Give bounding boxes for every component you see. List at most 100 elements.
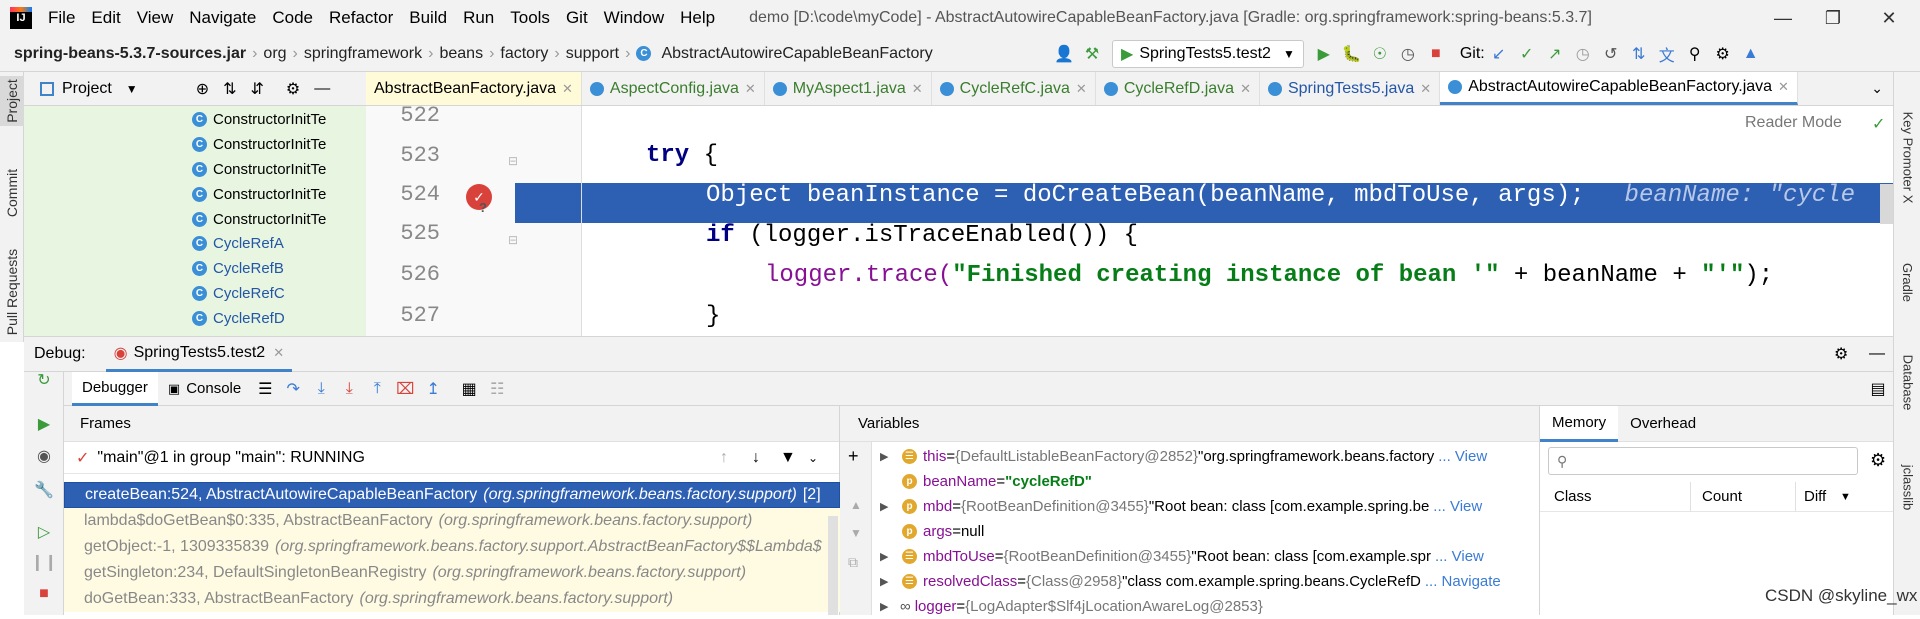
- expand-arrow-icon[interactable]: ▶: [880, 500, 896, 513]
- view-link[interactable]: ... View: [1438, 448, 1487, 465]
- settings-gear-icon[interactable]: ⚙: [1709, 40, 1737, 68]
- tab-memory[interactable]: Memory: [1540, 405, 1619, 442]
- run-to-cursor-icon[interactable]: ↥: [419, 375, 447, 403]
- tool-tab-commit[interactable]: Commit: [0, 158, 24, 228]
- restore-icon[interactable]: ❐: [1810, 0, 1856, 36]
- expand-arrow-icon[interactable]: ▶: [880, 550, 896, 563]
- menu-view[interactable]: View: [129, 0, 182, 36]
- variable-row-logger[interactable]: ▶ ∞ logger = {LogAdapter$Slf4jLocationAwar…: [880, 594, 1536, 619]
- view-breakpoints-icon[interactable]: ◉: [32, 444, 56, 468]
- variable-row-beanname[interactable]: p beanName = "cycleRefD": [880, 469, 1536, 494]
- history-icon[interactable]: ◷: [1569, 40, 1597, 68]
- drop-frame-icon[interactable]: ⌧: [391, 375, 419, 403]
- column-diff[interactable]: Diff: [1804, 488, 1826, 505]
- variable-row-args[interactable]: p args = null: [880, 519, 1536, 544]
- build-hammer-icon[interactable]: ⚒: [1078, 40, 1106, 68]
- tool-tab-jclasslib[interactable]: jclasslib: [1894, 442, 1920, 532]
- breadcrumb-org[interactable]: org: [259, 45, 290, 63]
- breadcrumb-root[interactable]: spring-beans-5.3.7-sources.jar: [10, 45, 250, 63]
- fold-icon[interactable]: ⊟: [508, 154, 518, 168]
- menu-edit[interactable]: Edit: [83, 0, 128, 36]
- reader-mode-button[interactable]: Reader Mode: [1745, 114, 1842, 132]
- breadcrumb-springframework[interactable]: springframework: [300, 45, 426, 63]
- menu-code[interactable]: Code: [264, 0, 321, 36]
- close-icon[interactable]: ✕: [1866, 0, 1912, 36]
- debug-icon[interactable]: 🐛: [1338, 40, 1366, 68]
- vcs-operations-icon[interactable]: ⇅: [1625, 40, 1653, 68]
- profile-icon[interactable]: ◷: [1394, 40, 1422, 68]
- add-watch-icon[interactable]: +: [848, 446, 859, 467]
- trace-stream-icon[interactable]: ☷: [483, 375, 511, 403]
- close-icon[interactable]: ✕: [1240, 81, 1251, 97]
- filter-icon[interactable]: ▼: [780, 449, 796, 467]
- run-icon[interactable]: ▶: [1310, 40, 1338, 68]
- tree-item-cyclerefb[interactable]: C CycleRefB: [192, 256, 367, 281]
- arrow-down-icon[interactable]: ▼: [850, 526, 862, 540]
- close-icon[interactable]: ✕: [562, 81, 573, 97]
- menu-help[interactable]: Help: [672, 0, 723, 36]
- step-over-icon[interactable]: ↷: [279, 375, 307, 403]
- force-step-into-icon[interactable]: ⤓: [335, 375, 363, 403]
- tree-item-constructorinittest-2[interactable]: C ConstructorInitTe: [192, 132, 367, 157]
- editor-scrollbar[interactable]: [1880, 184, 1893, 224]
- settings-gear-icon[interactable]: ⚙: [1870, 450, 1886, 471]
- expand-arrow-icon[interactable]: ▶: [880, 450, 896, 463]
- tool-tab-gradle[interactable]: Gradle: [1894, 242, 1920, 322]
- hide-icon[interactable]: —: [314, 80, 330, 98]
- locate-icon[interactable]: ⊕: [196, 79, 209, 99]
- debug-session-tab[interactable]: ◉ SpringTests5.test2 ✕: [105, 336, 293, 372]
- menu-run[interactable]: Run: [455, 0, 502, 36]
- user-icon[interactable]: 👤: [1050, 40, 1078, 68]
- tree-item-cyclerefc[interactable]: C CycleRefC: [192, 281, 367, 306]
- step-into-icon[interactable]: ⤓: [307, 375, 335, 403]
- tool-tab-key-promoter[interactable]: Key Promoter X: [1894, 92, 1920, 222]
- restore-layout-icon[interactable]: ▤: [1864, 375, 1892, 403]
- run-configuration-selector[interactable]: ▶ SpringTests5.test2 ▼: [1112, 40, 1304, 68]
- menu-navigate[interactable]: Navigate: [181, 0, 264, 36]
- frame-row[interactable]: getObject:-1, 1309335839 (org.springframe…: [64, 534, 840, 560]
- memory-search-input[interactable]: ⚲: [1548, 447, 1858, 475]
- close-icon[interactable]: ✕: [912, 81, 923, 97]
- breadcrumb-beans[interactable]: beans: [435, 45, 487, 63]
- search-icon[interactable]: ⚲: [1681, 40, 1709, 68]
- settings-wrench-icon[interactable]: 🔧: [32, 478, 56, 502]
- chevron-down-icon[interactable]: ▼: [1840, 491, 1851, 503]
- close-icon[interactable]: ✕: [745, 81, 756, 97]
- project-title[interactable]: Project: [62, 80, 112, 98]
- tab-cyclerefc[interactable]: CycleRefC.java ✕: [932, 72, 1096, 105]
- tree-item-cyclerefd[interactable]: C CycleRefD: [192, 306, 367, 331]
- arrow-up-icon[interactable]: ↑: [720, 449, 728, 467]
- git-commit-icon[interactable]: ✓: [1513, 40, 1541, 68]
- tab-abstractautowirecapablebeanfactory[interactable]: AbstractAutowireCapableBeanFactory.java ✕: [1440, 72, 1798, 105]
- menu-git[interactable]: Git: [558, 0, 596, 36]
- view-link[interactable]: ... View: [1435, 548, 1484, 565]
- tree-item-constructorinittest-4[interactable]: C ConstructorInitTe: [192, 182, 367, 207]
- fold-icon[interactable]: ⊟: [508, 233, 518, 247]
- tab-console[interactable]: ▣ Console: [158, 372, 251, 406]
- collapse-all-icon[interactable]: ⇵: [251, 79, 264, 99]
- navigate-link[interactable]: ... Navigate: [1425, 573, 1501, 590]
- variable-row-mbd[interactable]: ▶ p mbd = {RootBeanDefinition@3455} "Root …: [880, 494, 1536, 519]
- frame-row[interactable]: getSingleton:234, DefaultSingletonBeanRe…: [64, 560, 840, 586]
- close-icon[interactable]: ✕: [1420, 81, 1431, 97]
- code-editor[interactable]: 522 523 524 525 526 527 ✓ ? ⊟ ⊟ try { Ob…: [366, 106, 1893, 336]
- close-icon[interactable]: ✕: [1076, 81, 1087, 97]
- tree-item-constructorinittest-1[interactable]: C ConstructorInitTe: [192, 107, 367, 132]
- breadcrumb-file[interactable]: AbstractAutowireCapableBeanFactory: [657, 45, 936, 63]
- copy-icon[interactable]: ⧉: [848, 554, 858, 571]
- tab-myaspect1[interactable]: MyAspect1.java ✕: [765, 72, 932, 105]
- pause-icon[interactable]: ❙❙: [31, 550, 58, 574]
- tab-overhead[interactable]: Overhead: [1618, 406, 1708, 442]
- chevron-down-icon[interactable]: ⌄: [808, 451, 818, 465]
- menu-build[interactable]: Build: [401, 0, 455, 36]
- expand-arrow-icon[interactable]: ▶: [880, 575, 896, 588]
- minimize-icon[interactable]: —: [1760, 0, 1806, 36]
- frames-scrollbar[interactable]: [828, 516, 838, 615]
- menu-window[interactable]: Window: [596, 0, 672, 36]
- step-out-icon[interactable]: ⤒: [363, 375, 391, 403]
- frame-row-selected[interactable]: createBean:524, AbstractAutowireCapableB…: [64, 482, 840, 508]
- view-link[interactable]: ... View: [1433, 498, 1482, 515]
- rerun-icon[interactable]: ↻: [32, 368, 56, 392]
- translate-icon[interactable]: 文: [1653, 40, 1681, 68]
- frame-row[interactable]: lambda$doGetBean$0:335, AbstractBeanFact…: [64, 508, 840, 534]
